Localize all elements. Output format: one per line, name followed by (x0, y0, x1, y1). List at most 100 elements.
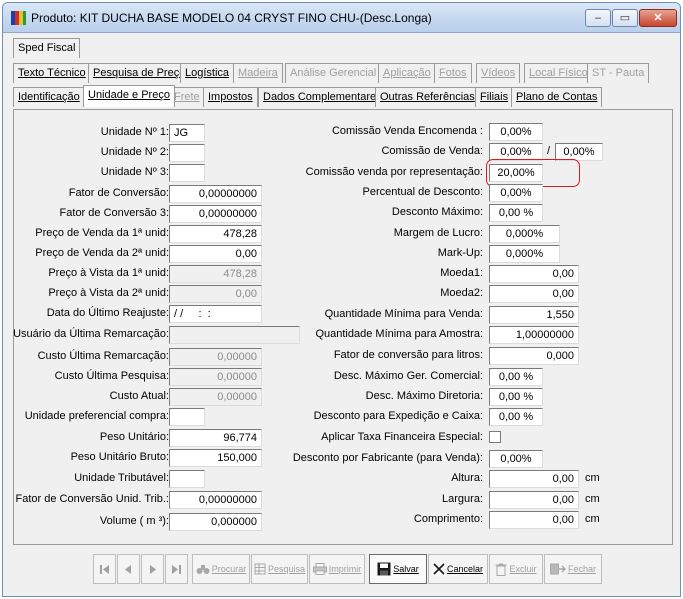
tab-identificacao[interactable]: Identificação (13, 87, 85, 107)
desconto-maximo-label: Desconto Máximo: (391, 206, 483, 218)
qtd-min-amostra-label: Quantidade Mínima para Amostra: (315, 328, 483, 340)
comprimento-input[interactable]: 0,00 (489, 511, 579, 529)
comissao-venda-separator: / (547, 145, 551, 157)
binoculars-icon (196, 565, 210, 574)
desc-expedicao-label: Desconto para Expedição e Caixa: (313, 410, 483, 422)
close-button[interactable]: ✕ (639, 9, 677, 27)
printer-icon (312, 563, 327, 575)
custo-pesquisa-label: Custo Última Pesquisa: (54, 370, 169, 382)
imprimir-label: Imprimir (328, 564, 362, 574)
first-record-button[interactable] (93, 554, 116, 584)
preco-vista2-input: 0,00 (169, 285, 262, 303)
cancelar-button[interactable]: Cancelar (428, 554, 488, 584)
tab-unidade-preco[interactable]: Unidade e Preço (83, 85, 175, 107)
volume-input[interactable]: 0,000000 (169, 513, 262, 531)
tab-filiais[interactable]: Filiais (475, 87, 514, 107)
unidade2-input[interactable] (169, 144, 205, 162)
preco-venda2-input[interactable]: 0,00 (169, 245, 262, 263)
app-icon (11, 11, 26, 25)
previous-icon (125, 564, 131, 574)
tab-plano-contas[interactable]: Plano de Contas (511, 87, 603, 107)
moeda1-input[interactable]: 0,00 (489, 265, 579, 283)
maximize-button[interactable]: ▭ (612, 9, 638, 27)
desconto-maximo-input[interactable]: 0,00 % (489, 204, 543, 222)
next-record-button[interactable] (141, 554, 164, 584)
fechar-button[interactable]: Fechar (544, 554, 602, 584)
desc-fabricante-label: Desconto por Fabricante (para Venda): (292, 452, 483, 464)
tab-outras-referencias[interactable]: Outras Referências (375, 87, 480, 107)
minimize-button[interactable]: – (585, 9, 611, 27)
imprimir-button[interactable]: Imprimir (309, 554, 365, 584)
unidade1-input[interactable]: JG (169, 124, 205, 142)
unidade3-input[interactable] (169, 164, 205, 182)
tab-texto-tecnico[interactable]: Texto Técnico (13, 63, 91, 83)
previous-record-button[interactable] (117, 554, 140, 584)
qtd-min-venda-input[interactable]: 1,550 (489, 306, 579, 324)
custo-atual-input: 0,00000 (169, 388, 262, 406)
fator-litros-input[interactable]: 0,000 (489, 347, 579, 365)
unidade-pref-compra-input[interactable] (169, 408, 205, 426)
first-icon (100, 564, 109, 574)
unidade-tributavel-input[interactable] (169, 470, 205, 488)
usuario-remarcacao-input (169, 326, 300, 344)
altura-unit: cm (585, 472, 600, 484)
tab-st-pauta[interactable]: ST - Pauta (587, 63, 650, 83)
markup-input[interactable]: 0,000% (489, 245, 560, 263)
unidade-pref-compra-label: Unidade preferencial compra: (24, 410, 169, 422)
desc-max-comercial-input[interactable]: 0,00 % (489, 368, 543, 386)
tab-dados-complementares[interactable]: Dados Complementares (258, 87, 387, 107)
custo-remarcacao-label: Custo Última Remarcação: (37, 350, 169, 362)
moeda1-label: Moeda1: (440, 267, 483, 279)
qtd-min-amostra-input[interactable]: 1,00000000 (489, 326, 579, 344)
margem-lucro-input[interactable]: 0,000% (489, 225, 560, 243)
tab-impostos[interactable]: Impostos (203, 87, 258, 107)
peso-bruto-label: Peso Unitário Bruto: (70, 451, 169, 463)
desc-max-diretoria-input[interactable]: 0,00 % (489, 388, 543, 406)
fator-conv-trib-input[interactable]: 0,00000000 (169, 491, 262, 509)
desc-fabricante-input[interactable]: 0,00% (489, 450, 543, 468)
tab-local-fisico[interactable]: Local Físico (524, 63, 593, 83)
tab-videos[interactable]: Vídeos (476, 63, 521, 83)
pesquisa-button[interactable]: Pesquisa (251, 554, 308, 584)
comissao-encomenda-input[interactable]: 0,00% (489, 123, 543, 141)
unidade3-label: Unidade Nº 3: (100, 166, 169, 178)
last-record-button[interactable] (165, 554, 188, 584)
comprimento-label: Comprimento: (413, 513, 483, 525)
volume-label: Volume ( m ³): (99, 515, 169, 527)
qtd-min-venda-label: Quantidade Mínima para Venda: (324, 308, 483, 320)
data-reajuste-label: Data do Último Reajuste: (46, 307, 169, 319)
pesquisa-label: Pesquisa (267, 564, 306, 574)
tab-pesquisa-preco[interactable]: Pesquisa de Preço (88, 63, 191, 83)
tab-sped-fiscal[interactable]: Sped Fiscal (13, 38, 81, 58)
taxa-financeira-checkbox[interactable] (489, 431, 501, 443)
tab-fotos[interactable]: Fotos (434, 63, 472, 83)
altura-input[interactable]: 0,00 (489, 470, 579, 488)
fator-conversao-input[interactable]: 0,00000000 (169, 185, 262, 203)
tab-madeira[interactable]: Madeira (233, 63, 283, 83)
percentual-desconto-input[interactable]: 0,00% (489, 184, 543, 202)
data-reajuste-input[interactable]: / / : : (169, 305, 262, 323)
preco-vista2-label: Preço à Vista da 2ª unid: (48, 287, 169, 299)
peso-bruto-input[interactable]: 150,000 (169, 449, 262, 467)
excluir-button[interactable]: Excluir (489, 554, 543, 584)
moeda2-input[interactable]: 0,00 (489, 285, 579, 303)
title-bar[interactable]: Produto: KIT DUCHA BASE MODELO 04 CRYST … (3, 3, 680, 33)
fator-conv-trib-label: Fator de Conversão Unid. Trib.: (15, 493, 169, 505)
trash-icon (495, 563, 507, 576)
peso-unitario-input[interactable]: 96,774 (169, 429, 262, 447)
procurar-label: Procurar (211, 564, 247, 574)
desc-expedicao-input[interactable]: 0,00 % (489, 408, 543, 426)
procurar-button[interactable]: Procurar (192, 554, 250, 584)
fator-conversao3-input[interactable]: 0,00000000 (169, 205, 262, 223)
tab-analise-gerencial[interactable]: Análise Gerencial (285, 63, 382, 83)
comissao-representacao-label: Comissão venda por representação: (305, 166, 483, 178)
tab-aplicacao[interactable]: Aplicação (378, 63, 436, 83)
floppy-disk-icon (377, 562, 391, 576)
fechar-label: Fechar (567, 564, 596, 574)
salvar-button[interactable]: Salvar (369, 554, 427, 584)
tab-logistica[interactable]: Logística (180, 63, 235, 83)
fator-conversao-label: Fator de Conversão: (68, 187, 169, 199)
largura-input[interactable]: 0,00 (489, 491, 579, 509)
preco-venda1-input[interactable]: 478,28 (169, 225, 262, 243)
exit-door-icon (549, 563, 566, 575)
